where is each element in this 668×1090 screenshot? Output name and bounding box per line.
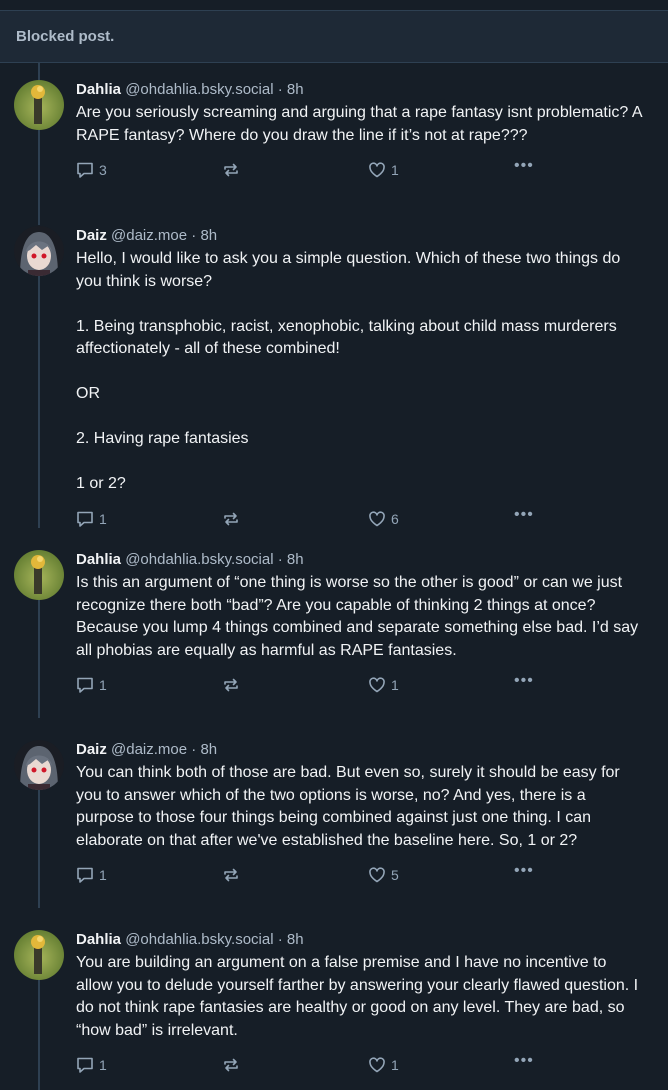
like-button[interactable]: 5 (368, 865, 399, 885)
like-button[interactable]: 1 (368, 675, 399, 695)
like-button[interactable]: 6 (368, 509, 399, 529)
reply-button[interactable]: 1 (76, 1055, 107, 1075)
reply-count: 1 (99, 677, 107, 693)
reply-icon (77, 867, 93, 883)
dahlia-avatar[interactable] (14, 550, 64, 600)
reply-count: 1 (99, 867, 107, 883)
heart-icon (369, 510, 385, 526)
heart-icon (369, 867, 385, 883)
repost-icon (224, 163, 238, 177)
more-options-button[interactable]: ••• (514, 671, 534, 691)
author-name[interactable]: Dahlia (76, 551, 121, 568)
more-options-button[interactable]: ••• (514, 505, 534, 525)
top-bar (0, 0, 668, 11)
more-icon: ••• (514, 157, 534, 174)
heart-icon (369, 1057, 385, 1073)
thread-line (38, 600, 40, 718)
repost-button[interactable] (222, 1055, 240, 1075)
post-text: Is this an argument of “one thing is wor… (76, 574, 639, 659)
like-count: 6 (391, 510, 399, 527)
reply-count: 3 (99, 162, 107, 178)
post-time[interactable]: 8h (287, 931, 304, 948)
author-handle[interactable]: @daiz.moe (111, 741, 187, 758)
author-handle[interactable]: @ohdahlia.bsky.social (125, 81, 273, 98)
author-name[interactable]: Dahlia (76, 931, 121, 948)
like-count: 1 (391, 1057, 399, 1073)
reply-count: 1 (99, 510, 107, 527)
blocked-post-notice[interactable]: Blocked post. (0, 11, 668, 63)
post-text: You are building an argument on a false … (76, 954, 639, 1039)
thread-line (38, 130, 40, 225)
more-options-button[interactable]: ••• (514, 156, 534, 176)
like-button[interactable]: 1 (368, 1055, 399, 1075)
repost-icon (224, 868, 238, 882)
post-time[interactable]: 8h (200, 741, 217, 758)
reply-icon (77, 162, 93, 178)
post-actions: 3 1 ••• (76, 157, 644, 180)
like-count: 1 (391, 677, 399, 693)
post-text: Are you seriously screaming and arguing … (76, 104, 642, 144)
reply-button[interactable]: 1 (76, 509, 107, 529)
post-time[interactable]: 8h (287, 81, 304, 98)
more-icon: ••• (514, 862, 534, 879)
author-name[interactable]: Dahlia (76, 81, 121, 98)
repost-button[interactable] (222, 675, 240, 695)
daiz-avatar[interactable] (14, 226, 64, 276)
post-actions: 1 6 ••• (76, 506, 644, 529)
more-options-button[interactable]: ••• (514, 1051, 534, 1071)
author-name[interactable]: Daiz (76, 741, 107, 758)
thread-line (38, 980, 40, 1090)
like-button[interactable]: 1 (368, 160, 399, 180)
daiz-avatar[interactable] (14, 740, 64, 790)
post-actions: 1 5 ••• (76, 862, 644, 885)
heart-icon (369, 162, 385, 178)
repost-button[interactable] (222, 509, 240, 529)
reply-button[interactable]: 1 (76, 865, 107, 885)
author-handle[interactable]: @daiz.moe (111, 227, 187, 244)
post-actions: 1 1 ••• (76, 672, 644, 695)
reply-icon (77, 1057, 93, 1073)
reply-button[interactable]: 1 (76, 675, 107, 695)
post-text: You can think both of those are bad. But… (76, 764, 620, 849)
author-handle[interactable]: @ohdahlia.bsky.social (125, 551, 273, 568)
more-icon: ••• (514, 505, 534, 523)
post-actions: 1 1 ••• (76, 1052, 644, 1075)
author-handle[interactable]: @ohdahlia.bsky.social (125, 931, 273, 948)
reply-icon (77, 677, 93, 693)
like-count: 5 (391, 867, 399, 883)
more-options-button[interactable]: ••• (514, 861, 534, 881)
reply-icon (77, 511, 93, 527)
post-text: Hello, I would like to ask you a simple … (76, 250, 621, 492)
thread-line (38, 790, 40, 908)
repost-icon (224, 1058, 238, 1072)
more-icon: ••• (514, 1052, 534, 1069)
repost-button[interactable] (222, 160, 240, 180)
thread-line (38, 62, 40, 80)
dahlia-avatar[interactable] (14, 930, 64, 980)
repost-icon (224, 678, 238, 692)
repost-icon (224, 512, 238, 525)
author-name[interactable]: Daiz (76, 227, 107, 244)
reply-button[interactable]: 3 (76, 160, 107, 180)
repost-button[interactable] (222, 865, 240, 885)
reply-count: 1 (99, 1057, 107, 1073)
more-icon: ••• (514, 672, 534, 689)
post-time[interactable]: 8h (200, 227, 217, 244)
like-count: 1 (391, 162, 399, 178)
blocked-post-label: Blocked post. (16, 28, 115, 45)
thread-line (38, 276, 40, 528)
dahlia-avatar[interactable] (14, 80, 64, 130)
post-time[interactable]: 8h (287, 551, 304, 568)
heart-icon (369, 677, 385, 693)
